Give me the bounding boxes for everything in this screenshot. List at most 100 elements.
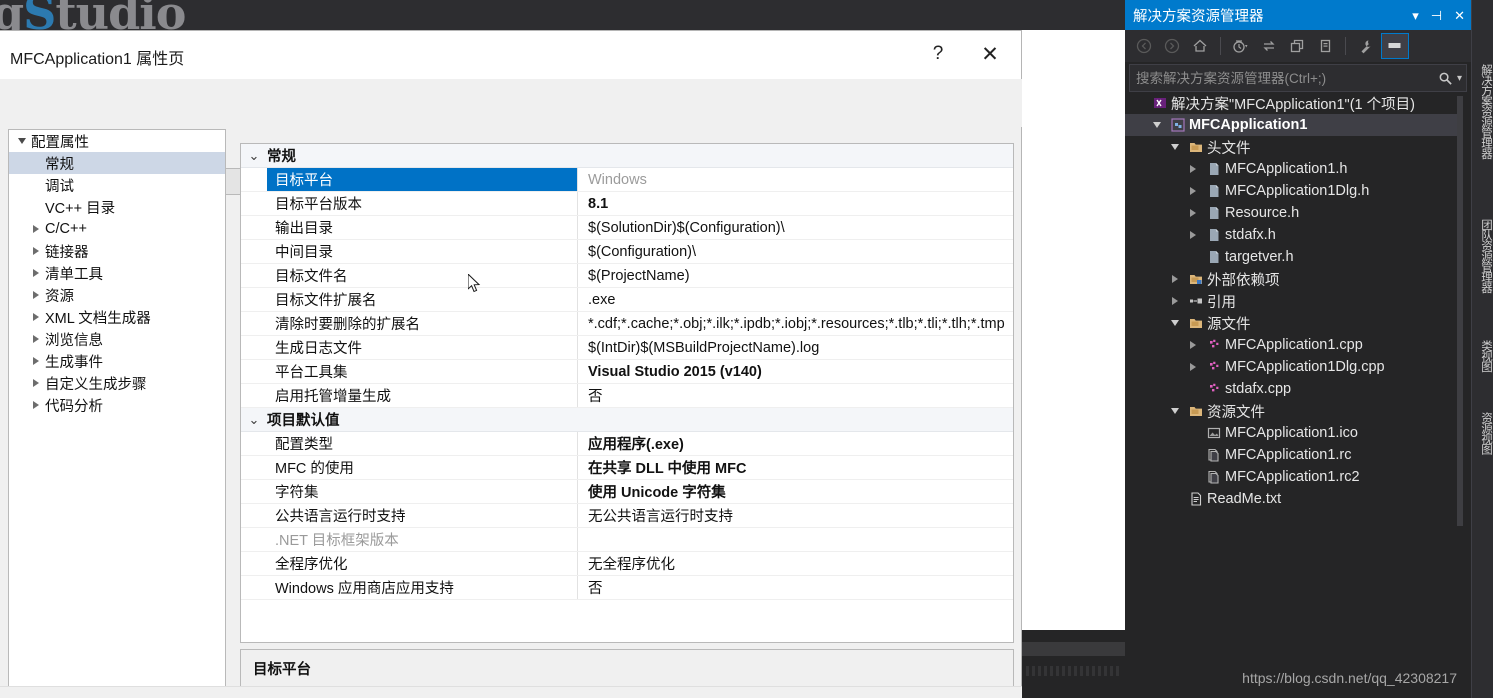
tree-expander[interactable] xyxy=(13,138,31,144)
solution-tree-item[interactable]: MFCApplication1Dlg.cpp xyxy=(1125,356,1463,378)
pending-changes-icon[interactable] xyxy=(1228,34,1254,58)
config-tree-item[interactable]: 常规 xyxy=(9,152,225,174)
solution-tree-item[interactable]: 头文件 xyxy=(1125,136,1463,158)
chevron-right-icon[interactable] xyxy=(33,225,39,233)
chevron-right-icon[interactable] xyxy=(33,313,39,321)
chevron-down-icon[interactable]: ⌄ xyxy=(241,412,267,428)
tree-expander[interactable] xyxy=(1165,275,1185,283)
solution-tree-item[interactable]: 引用 xyxy=(1125,290,1463,312)
properties-icon[interactable] xyxy=(1353,34,1379,58)
close-icon[interactable]: ✕ xyxy=(967,31,1013,77)
property-row[interactable]: 输出目录$(SolutionDir)$(Configuration)\ xyxy=(241,216,1013,240)
chevron-right-icon[interactable] xyxy=(33,379,39,387)
tree-expander[interactable] xyxy=(1183,187,1203,195)
property-row[interactable]: MFC 的使用在共享 DLL 中使用 MFC xyxy=(241,456,1013,480)
property-value[interactable]: 使用 Unicode 字符集 xyxy=(577,480,1013,503)
solution-tree-item[interactable]: stdafx.h xyxy=(1125,224,1463,246)
chevron-right-icon[interactable] xyxy=(33,291,39,299)
tree-expander[interactable] xyxy=(27,269,45,277)
tree-expander[interactable] xyxy=(27,335,45,343)
property-row[interactable]: Windows 应用商店应用支持否 xyxy=(241,576,1013,600)
config-tree-item[interactable]: 生成事件 xyxy=(9,350,225,372)
solution-tree-item[interactable]: targetver.h xyxy=(1125,246,1463,268)
config-tree-item[interactable]: VC++ 目录 xyxy=(9,196,225,218)
solution-tree-item[interactable]: MFCApplication1.cpp xyxy=(1125,334,1463,356)
copy-icon[interactable] xyxy=(1312,34,1338,58)
property-value[interactable]: Visual Studio 2015 (v140) xyxy=(577,360,1013,383)
config-tree-item[interactable]: 自定义生成步骤 xyxy=(9,372,225,394)
solution-tree-item[interactable]: ReadMe.txt xyxy=(1125,488,1463,510)
property-value[interactable]: 应用程序(.exe) xyxy=(577,432,1013,455)
property-row[interactable]: 中间目录$(Configuration)\ xyxy=(241,240,1013,264)
property-grid[interactable]: ⌄常规目标平台Windows目标平台版本8.1输出目录$(SolutionDir… xyxy=(240,143,1014,643)
property-value[interactable]: 否 xyxy=(577,384,1013,407)
tree-expander[interactable] xyxy=(1183,165,1203,173)
tree-expander[interactable] xyxy=(1165,144,1185,150)
property-row[interactable]: .NET 目标框架版本 xyxy=(241,528,1013,552)
config-tree-item[interactable]: 清单工具 xyxy=(9,262,225,284)
solution-tree-item[interactable]: 源文件 xyxy=(1125,312,1463,334)
tree-expander[interactable] xyxy=(27,291,45,299)
search-options-chevron-icon[interactable]: ▾ xyxy=(1457,73,1466,84)
property-row[interactable]: 字符集使用 Unicode 字符集 xyxy=(241,480,1013,504)
search-box[interactable]: ▾ xyxy=(1129,64,1467,92)
chevron-down-icon[interactable]: ▾ xyxy=(1412,9,1419,22)
forward-icon[interactable] xyxy=(1159,34,1185,58)
tree-expander[interactable] xyxy=(27,379,45,387)
tree-expander[interactable] xyxy=(27,313,45,321)
tree-expander[interactable] xyxy=(27,225,45,233)
config-tree-item[interactable]: 资源 xyxy=(9,284,225,306)
chevron-right-icon[interactable] xyxy=(33,269,39,277)
property-value[interactable]: $(ProjectName) xyxy=(577,264,1013,287)
property-value[interactable]: $(IntDir)$(MSBuildProjectName).log xyxy=(577,336,1013,359)
config-tree-item[interactable]: 代码分析 xyxy=(9,394,225,416)
tree-expander[interactable] xyxy=(1183,363,1203,371)
solution-tree-item[interactable]: MFCApplication1.ico xyxy=(1125,422,1463,444)
solution-tree-item[interactable]: MFCApplication1Dlg.h xyxy=(1125,180,1463,202)
property-row[interactable]: 目标文件扩展名.exe xyxy=(241,288,1013,312)
property-value[interactable]: 否 xyxy=(577,576,1013,599)
collapse-all-icon[interactable] xyxy=(1284,34,1310,58)
property-row[interactable]: 全程序优化无全程序优化 xyxy=(241,552,1013,576)
solution-tree-scrollbar[interactable] xyxy=(1457,96,1463,526)
config-tree-item[interactable]: XML 文档生成器 xyxy=(9,306,225,328)
search-icon[interactable] xyxy=(1434,71,1457,86)
help-icon[interactable]: ? xyxy=(915,31,961,77)
config-tree-item[interactable]: 配置属性 xyxy=(9,130,225,152)
tree-expander[interactable] xyxy=(1183,231,1203,239)
home-icon[interactable] xyxy=(1187,34,1213,58)
solution-tree[interactable]: 解决方案"MFCApplication1"(1 个项目) MFCApplicati… xyxy=(1125,92,1463,652)
property-row[interactable]: 启用托管增量生成否 xyxy=(241,384,1013,408)
property-value[interactable]: 8.1 xyxy=(577,192,1013,215)
solution-tree-item[interactable]: stdafx.cpp xyxy=(1125,378,1463,400)
back-icon[interactable] xyxy=(1131,34,1157,58)
close-icon[interactable]: ✕ xyxy=(1454,9,1465,22)
config-tree-item[interactable]: 调试 xyxy=(9,174,225,196)
tree-expander[interactable] xyxy=(1183,341,1203,349)
chevron-right-icon[interactable] xyxy=(33,357,39,365)
property-category-header[interactable]: ⌄常规 xyxy=(241,144,1013,168)
auto-hide-tab[interactable]: 类视图 xyxy=(1472,326,1493,386)
search-input[interactable] xyxy=(1130,70,1434,87)
property-value[interactable]: $(Configuration)\ xyxy=(577,240,1013,263)
config-tree-item[interactable]: 浏览信息 xyxy=(9,328,225,350)
property-row[interactable]: 公共语言运行时支持无公共语言运行时支持 xyxy=(241,504,1013,528)
tree-expander[interactable] xyxy=(27,401,45,409)
solution-tree-item[interactable]: 解决方案"MFCApplication1"(1 个项目) xyxy=(1125,92,1463,114)
chevron-right-icon[interactable] xyxy=(33,335,39,343)
chevron-right-icon[interactable] xyxy=(33,401,39,409)
auto-hide-tab[interactable]: 团队资源管理器 xyxy=(1472,196,1493,316)
property-row[interactable]: 平台工具集Visual Studio 2015 (v140) xyxy=(241,360,1013,384)
tree-expander[interactable] xyxy=(27,247,45,255)
property-value[interactable]: 在共享 DLL 中使用 MFC xyxy=(577,456,1013,479)
solution-tree-item[interactable]: MFCApplication1.h xyxy=(1125,158,1463,180)
solution-tree-item[interactable]: Resource.h xyxy=(1125,202,1463,224)
tree-expander[interactable] xyxy=(1165,320,1185,326)
solution-tree-item[interactable]: 外部依赖项 xyxy=(1125,268,1463,290)
pin-icon[interactable]: ⊣ xyxy=(1431,9,1442,22)
tree-expander[interactable] xyxy=(1165,408,1185,414)
property-row[interactable]: 目标平台版本8.1 xyxy=(241,192,1013,216)
auto-hide-tab[interactable]: 资源视图 xyxy=(1472,396,1493,470)
property-value[interactable]: *.cdf;*.cache;*.obj;*.ilk;*.ipdb;*.iobj;… xyxy=(577,312,1013,335)
solution-tree-item[interactable]: MFCApplication1.rc2 xyxy=(1125,466,1463,488)
